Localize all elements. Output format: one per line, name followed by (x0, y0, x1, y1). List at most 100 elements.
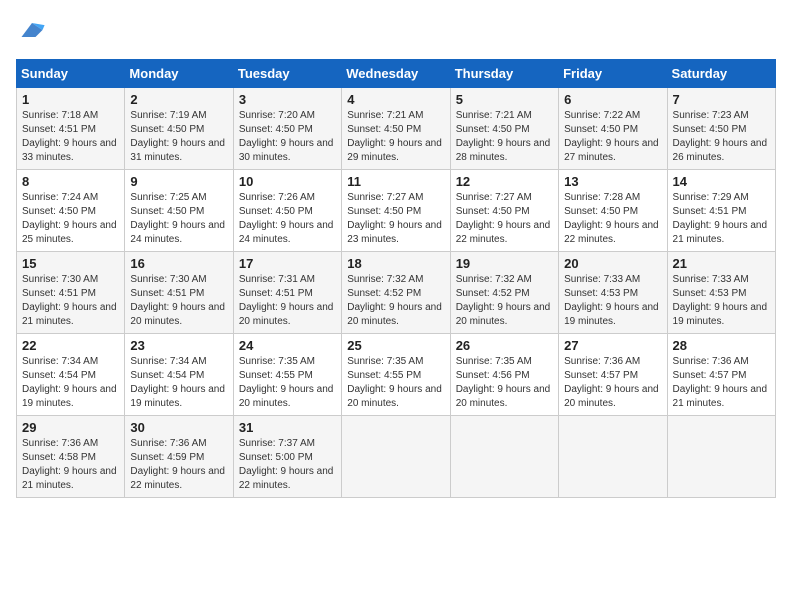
day-info: Sunrise: 7:36 AMSunset: 4:59 PMDaylight:… (130, 437, 227, 493)
day-number: 10 (239, 174, 336, 189)
logo-icon (18, 16, 46, 44)
calendar-cell (450, 416, 558, 498)
day-number: 12 (456, 174, 553, 189)
calendar-cell: 25 Sunrise: 7:35 AMSunset: 4:55 PMDaylig… (342, 334, 450, 416)
day-number: 15 (22, 256, 119, 271)
day-number: 4 (347, 92, 444, 107)
day-info: Sunrise: 7:18 AMSunset: 4:51 PMDaylight:… (22, 109, 119, 165)
day-info: Sunrise: 7:31 AMSunset: 4:51 PMDaylight:… (239, 273, 336, 329)
calendar-cell: 31 Sunrise: 7:37 AMSunset: 5:00 PMDaylig… (233, 416, 341, 498)
day-info: Sunrise: 7:26 AMSunset: 4:50 PMDaylight:… (239, 191, 336, 247)
calendar-cell: 11 Sunrise: 7:27 AMSunset: 4:50 PMDaylig… (342, 170, 450, 252)
logo (16, 16, 46, 49)
day-info: Sunrise: 7:32 AMSunset: 4:52 PMDaylight:… (456, 273, 553, 329)
day-info: Sunrise: 7:33 AMSunset: 4:53 PMDaylight:… (564, 273, 661, 329)
col-monday: Monday (125, 60, 233, 88)
col-sunday: Sunday (17, 60, 125, 88)
day-info: Sunrise: 7:23 AMSunset: 4:50 PMDaylight:… (673, 109, 770, 165)
day-info: Sunrise: 7:27 AMSunset: 4:50 PMDaylight:… (456, 191, 553, 247)
day-info: Sunrise: 7:25 AMSunset: 4:50 PMDaylight:… (130, 191, 227, 247)
calendar-cell: 19 Sunrise: 7:32 AMSunset: 4:52 PMDaylig… (450, 252, 558, 334)
calendar-cell: 3 Sunrise: 7:20 AMSunset: 4:50 PMDayligh… (233, 88, 341, 170)
calendar-cell: 4 Sunrise: 7:21 AMSunset: 4:50 PMDayligh… (342, 88, 450, 170)
day-number: 13 (564, 174, 661, 189)
calendar-cell: 23 Sunrise: 7:34 AMSunset: 4:54 PMDaylig… (125, 334, 233, 416)
day-number: 11 (347, 174, 444, 189)
calendar-cell: 14 Sunrise: 7:29 AMSunset: 4:51 PMDaylig… (667, 170, 775, 252)
day-info: Sunrise: 7:33 AMSunset: 4:53 PMDaylight:… (673, 273, 770, 329)
calendar-cell: 20 Sunrise: 7:33 AMSunset: 4:53 PMDaylig… (559, 252, 667, 334)
day-number: 28 (673, 338, 770, 353)
day-info: Sunrise: 7:20 AMSunset: 4:50 PMDaylight:… (239, 109, 336, 165)
calendar-week-5: 29 Sunrise: 7:36 AMSunset: 4:58 PMDaylig… (17, 416, 776, 498)
day-info: Sunrise: 7:21 AMSunset: 4:50 PMDaylight:… (456, 109, 553, 165)
calendar-cell: 10 Sunrise: 7:26 AMSunset: 4:50 PMDaylig… (233, 170, 341, 252)
calendar-cell: 9 Sunrise: 7:25 AMSunset: 4:50 PMDayligh… (125, 170, 233, 252)
day-number: 20 (564, 256, 661, 271)
col-thursday: Thursday (450, 60, 558, 88)
day-info: Sunrise: 7:34 AMSunset: 4:54 PMDaylight:… (130, 355, 227, 411)
day-number: 30 (130, 420, 227, 435)
day-number: 1 (22, 92, 119, 107)
day-info: Sunrise: 7:35 AMSunset: 4:56 PMDaylight:… (456, 355, 553, 411)
day-number: 31 (239, 420, 336, 435)
calendar-cell: 21 Sunrise: 7:33 AMSunset: 4:53 PMDaylig… (667, 252, 775, 334)
page-header (16, 16, 776, 49)
calendar-cell: 5 Sunrise: 7:21 AMSunset: 4:50 PMDayligh… (450, 88, 558, 170)
day-info: Sunrise: 7:37 AMSunset: 5:00 PMDaylight:… (239, 437, 336, 493)
day-number: 25 (347, 338, 444, 353)
day-number: 5 (456, 92, 553, 107)
day-info: Sunrise: 7:21 AMSunset: 4:50 PMDaylight:… (347, 109, 444, 165)
day-info: Sunrise: 7:30 AMSunset: 4:51 PMDaylight:… (130, 273, 227, 329)
calendar-cell: 2 Sunrise: 7:19 AMSunset: 4:50 PMDayligh… (125, 88, 233, 170)
day-info: Sunrise: 7:36 AMSunset: 4:57 PMDaylight:… (564, 355, 661, 411)
day-number: 9 (130, 174, 227, 189)
day-number: 21 (673, 256, 770, 271)
day-number: 17 (239, 256, 336, 271)
day-number: 16 (130, 256, 227, 271)
day-number: 24 (239, 338, 336, 353)
day-number: 14 (673, 174, 770, 189)
col-wednesday: Wednesday (342, 60, 450, 88)
calendar-cell: 13 Sunrise: 7:28 AMSunset: 4:50 PMDaylig… (559, 170, 667, 252)
day-number: 6 (564, 92, 661, 107)
calendar-cell: 12 Sunrise: 7:27 AMSunset: 4:50 PMDaylig… (450, 170, 558, 252)
day-number: 3 (239, 92, 336, 107)
day-number: 2 (130, 92, 227, 107)
day-info: Sunrise: 7:24 AMSunset: 4:50 PMDaylight:… (22, 191, 119, 247)
calendar-cell: 1 Sunrise: 7:18 AMSunset: 4:51 PMDayligh… (17, 88, 125, 170)
day-number: 26 (456, 338, 553, 353)
day-info: Sunrise: 7:36 AMSunset: 4:57 PMDaylight:… (673, 355, 770, 411)
calendar-cell: 6 Sunrise: 7:22 AMSunset: 4:50 PMDayligh… (559, 88, 667, 170)
calendar-week-2: 8 Sunrise: 7:24 AMSunset: 4:50 PMDayligh… (17, 170, 776, 252)
day-number: 29 (22, 420, 119, 435)
col-friday: Friday (559, 60, 667, 88)
header-row: Sunday Monday Tuesday Wednesday Thursday… (17, 60, 776, 88)
day-info: Sunrise: 7:35 AMSunset: 4:55 PMDaylight:… (239, 355, 336, 411)
calendar-table: Sunday Monday Tuesday Wednesday Thursday… (16, 59, 776, 498)
day-info: Sunrise: 7:36 AMSunset: 4:58 PMDaylight:… (22, 437, 119, 493)
calendar-cell: 22 Sunrise: 7:34 AMSunset: 4:54 PMDaylig… (17, 334, 125, 416)
col-tuesday: Tuesday (233, 60, 341, 88)
calendar-cell: 18 Sunrise: 7:32 AMSunset: 4:52 PMDaylig… (342, 252, 450, 334)
day-info: Sunrise: 7:27 AMSunset: 4:50 PMDaylight:… (347, 191, 444, 247)
calendar-week-4: 22 Sunrise: 7:34 AMSunset: 4:54 PMDaylig… (17, 334, 776, 416)
calendar-cell (667, 416, 775, 498)
day-number: 23 (130, 338, 227, 353)
calendar-week-1: 1 Sunrise: 7:18 AMSunset: 4:51 PMDayligh… (17, 88, 776, 170)
day-info: Sunrise: 7:29 AMSunset: 4:51 PMDaylight:… (673, 191, 770, 247)
calendar-cell (342, 416, 450, 498)
calendar-cell: 16 Sunrise: 7:30 AMSunset: 4:51 PMDaylig… (125, 252, 233, 334)
day-info: Sunrise: 7:35 AMSunset: 4:55 PMDaylight:… (347, 355, 444, 411)
calendar-cell: 26 Sunrise: 7:35 AMSunset: 4:56 PMDaylig… (450, 334, 558, 416)
day-number: 7 (673, 92, 770, 107)
day-info: Sunrise: 7:28 AMSunset: 4:50 PMDaylight:… (564, 191, 661, 247)
day-number: 27 (564, 338, 661, 353)
col-saturday: Saturday (667, 60, 775, 88)
calendar-cell: 8 Sunrise: 7:24 AMSunset: 4:50 PMDayligh… (17, 170, 125, 252)
day-number: 19 (456, 256, 553, 271)
calendar-cell: 30 Sunrise: 7:36 AMSunset: 4:59 PMDaylig… (125, 416, 233, 498)
day-number: 22 (22, 338, 119, 353)
day-info: Sunrise: 7:30 AMSunset: 4:51 PMDaylight:… (22, 273, 119, 329)
calendar-cell (559, 416, 667, 498)
